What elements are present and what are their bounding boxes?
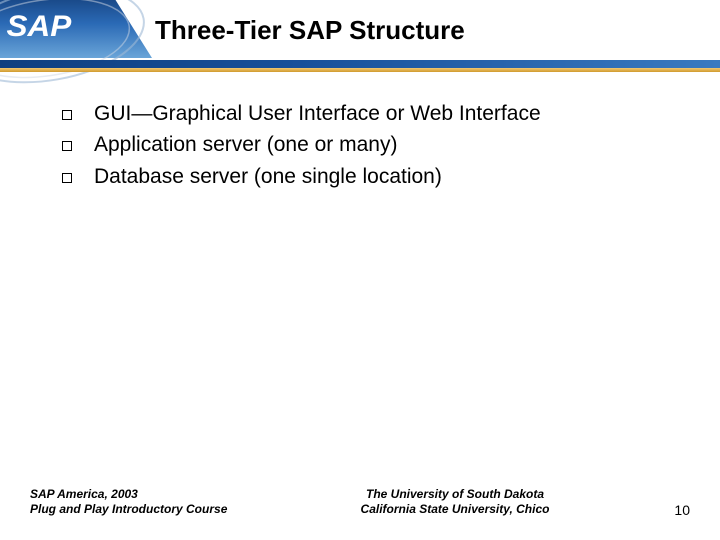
list-item: GUI—Graphical User Interface or Web Inte… xyxy=(62,100,680,127)
slide-body: GUI—Graphical User Interface or Web Inte… xyxy=(62,100,680,194)
footer-center-line1: The University of South Dakota xyxy=(280,487,630,503)
header-blue-bar xyxy=(0,60,720,68)
square-bullet-icon xyxy=(62,141,72,151)
bullet-text: GUI—Graphical User Interface or Web Inte… xyxy=(94,100,541,127)
square-bullet-icon xyxy=(62,110,72,120)
footer-center-line2: California State University, Chico xyxy=(280,502,630,518)
footer-left: SAP America, 2003 Plug and Play Introduc… xyxy=(30,487,280,518)
footer-left-line1: SAP America, 2003 xyxy=(30,487,280,503)
sap-logo: SAP xyxy=(0,0,152,58)
page-number: 10 xyxy=(630,502,690,518)
slide-header: SAP Three-Tier SAP Structure xyxy=(0,0,720,82)
bullet-text: Database server (one single location) xyxy=(94,163,442,190)
header-gold-bar xyxy=(0,68,720,72)
slide-footer: SAP America, 2003 Plug and Play Introduc… xyxy=(30,487,690,518)
sap-logo-text: SAP xyxy=(6,10,71,44)
list-item: Application server (one or many) xyxy=(62,131,680,158)
list-item: Database server (one single location) xyxy=(62,163,680,190)
square-bullet-icon xyxy=(62,173,72,183)
footer-left-line2: Plug and Play Introductory Course xyxy=(30,502,280,518)
footer-center: The University of South Dakota Californi… xyxy=(280,487,630,518)
bullet-text: Application server (one or many) xyxy=(94,131,397,158)
slide-title: Three-Tier SAP Structure xyxy=(155,15,465,46)
